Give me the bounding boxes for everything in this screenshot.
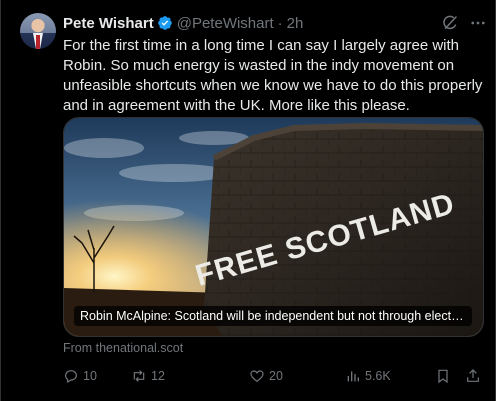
repost-count: 12 xyxy=(151,369,165,383)
tweet[interactable]: Pete Wishart @PeteWishart · 2h For the f… xyxy=(0,0,496,401)
card-title: Robin McAlpine: Scotland will be indepen… xyxy=(74,306,472,326)
bookmark-icon xyxy=(438,369,448,384)
card-source[interactable]: From thenational.scot xyxy=(63,341,183,355)
more-icon[interactable] xyxy=(469,14,487,32)
like-count: 20 xyxy=(269,369,283,383)
verified-badge-icon xyxy=(157,16,172,30)
grok-icon[interactable] xyxy=(441,14,459,32)
views-icon xyxy=(347,371,359,382)
heart-icon xyxy=(250,370,264,383)
views-button[interactable]: 5.6K xyxy=(345,366,391,386)
reply-icon xyxy=(65,370,77,384)
share-icon xyxy=(467,369,479,382)
tweet-text: For the first time in a long time I can … xyxy=(63,37,483,114)
separator-dot: · xyxy=(277,14,283,32)
repost-button[interactable]: 12 xyxy=(131,366,165,386)
reply-count: 10 xyxy=(83,369,97,383)
avatar[interactable] xyxy=(20,13,56,49)
tweet-header: Pete Wishart @PeteWishart · 2h xyxy=(63,13,303,33)
author-name[interactable]: Pete Wishart xyxy=(63,15,154,32)
card-image: FREE SCOTLAND xyxy=(64,118,483,336)
views-count: 5.6K xyxy=(365,369,391,383)
reply-button[interactable]: 10 xyxy=(63,366,97,386)
author-handle[interactable]: @PeteWishart xyxy=(177,15,274,32)
link-card[interactable]: FREE SCOTLAND Robin McAlpine: Scotland w… xyxy=(63,117,484,337)
bookmark-button[interactable] xyxy=(435,366,455,386)
action-bar: 10 12 20 5.6K xyxy=(63,366,485,388)
timestamp[interactable]: 2h xyxy=(287,15,304,32)
avatar-tie xyxy=(36,35,40,49)
like-button[interactable]: 20 xyxy=(249,366,283,386)
share-button[interactable] xyxy=(465,366,485,386)
repost-icon xyxy=(133,370,145,382)
